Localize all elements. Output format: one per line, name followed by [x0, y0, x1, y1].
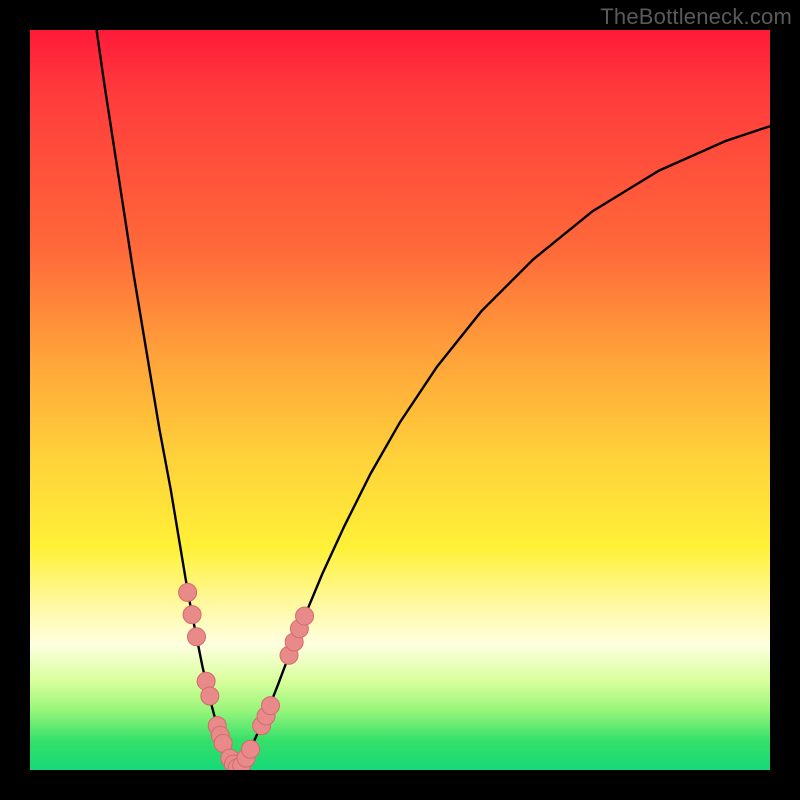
chart-plot-area [30, 30, 770, 770]
data-marker [183, 606, 201, 624]
data-marker [179, 583, 197, 601]
data-marker [201, 687, 219, 705]
watermark-text: TheBottleneck.com [600, 4, 792, 30]
data-marker [262, 697, 280, 715]
chart-svg [30, 30, 770, 770]
curve-left-branch [97, 30, 238, 770]
data-marker [296, 607, 314, 625]
chart-frame: TheBottleneck.com [0, 0, 800, 800]
curve-group [97, 30, 770, 770]
data-marker [242, 740, 260, 758]
data-marker [188, 628, 206, 646]
marker-group [179, 583, 314, 770]
curve-right-branch [237, 126, 770, 770]
